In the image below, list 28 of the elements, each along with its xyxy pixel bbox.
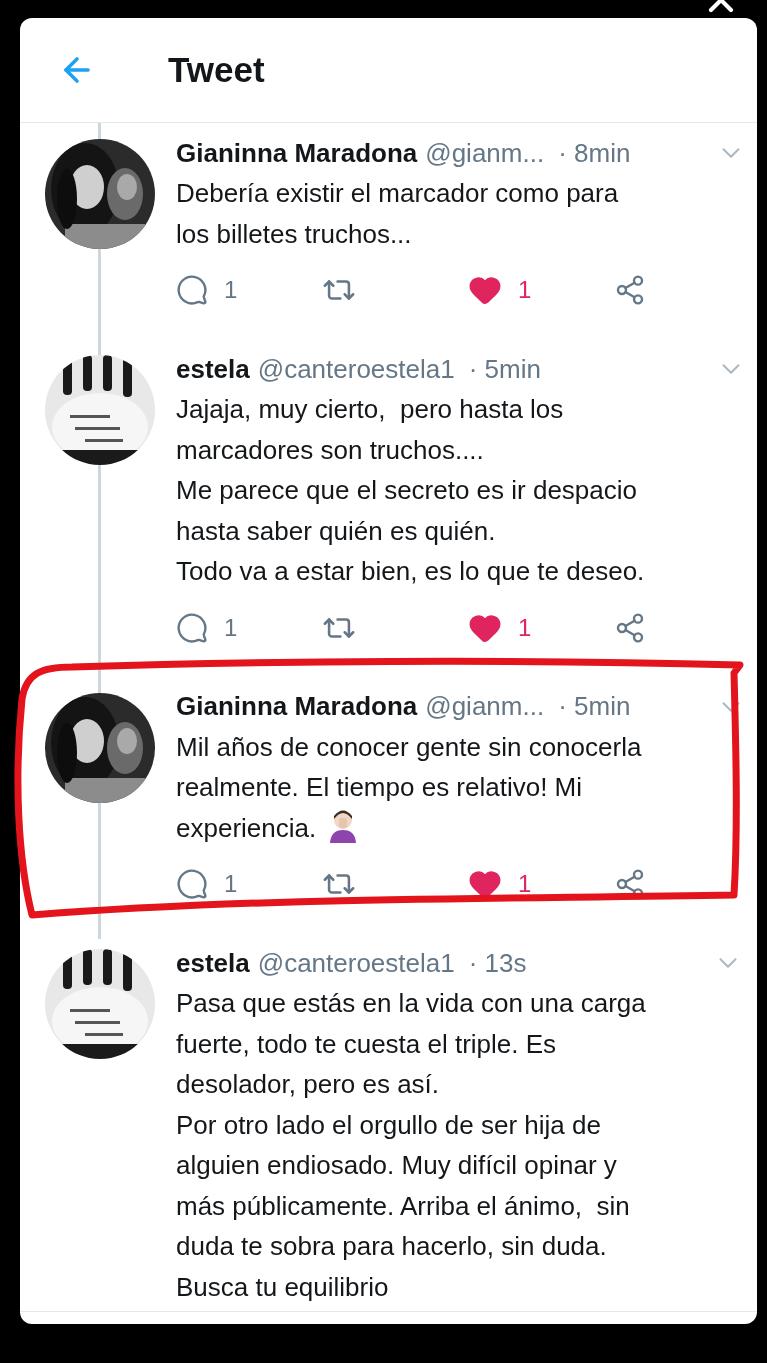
tweet-text: Debería existir el marcador como para los billetes truchos... bbox=[176, 177, 620, 251]
reply-icon[interactable] bbox=[176, 274, 208, 306]
author-handle: @canteroestela1 bbox=[257, 947, 455, 979]
like-count: 1 bbox=[518, 613, 532, 642]
author-name: Gianinna Maradona bbox=[176, 691, 418, 722]
tweet-text: Pasa que estás en la vida con una carga fuerte, todo te cuesta el triple. Es desolador, pero es así. Por otro lado el orgullo de ser hija de alguien endiosado. Muy difícil opinar y más públicamente. Arriba el ánimo, sin duda te sobra para hacerlo, sin duda. Busca tu equilibrio bbox=[176, 987, 647, 1304]
share-icon[interactable] bbox=[614, 274, 646, 306]
tweet-time: · 13s bbox=[468, 947, 527, 979]
author-name: Gianinna Maradona bbox=[176, 137, 418, 169]
reply-count: 1 bbox=[224, 276, 238, 304]
tweet-time: · 5min bbox=[558, 691, 631, 722]
author-name: estela bbox=[176, 353, 250, 385]
tweet-time: · 5min bbox=[468, 353, 541, 385]
author-name: estela bbox=[176, 947, 250, 979]
reply-count: 1 bbox=[224, 870, 238, 898]
reply-icon[interactable] bbox=[176, 868, 208, 900]
author-handle: @gianm... bbox=[425, 137, 545, 169]
author-handle: @canteroestela1 bbox=[257, 353, 455, 385]
page-title: Tweet bbox=[168, 50, 265, 90]
tweet-time: · 8min bbox=[558, 137, 631, 169]
like-count: 1 bbox=[518, 870, 532, 898]
tweet-text: Mil años de conocer gente sin conocerla realmente. El tiempo es relativo! Mi experiencia. bbox=[176, 730, 643, 845]
tweet-text: Jajaja, muy cierto, pero hasta los marcadores son truchos.... Me parece que el secreto es ir despacio hasta saber quién es quién. Todo va a estar bien, es lo que te deseo. bbox=[176, 393, 646, 588]
like-count: 1 bbox=[518, 276, 532, 304]
author-handle: @gianm... bbox=[425, 691, 545, 722]
reply-count: 1 bbox=[224, 613, 238, 642]
share-icon[interactable] bbox=[614, 611, 646, 644]
reply-icon[interactable] bbox=[176, 611, 208, 644]
